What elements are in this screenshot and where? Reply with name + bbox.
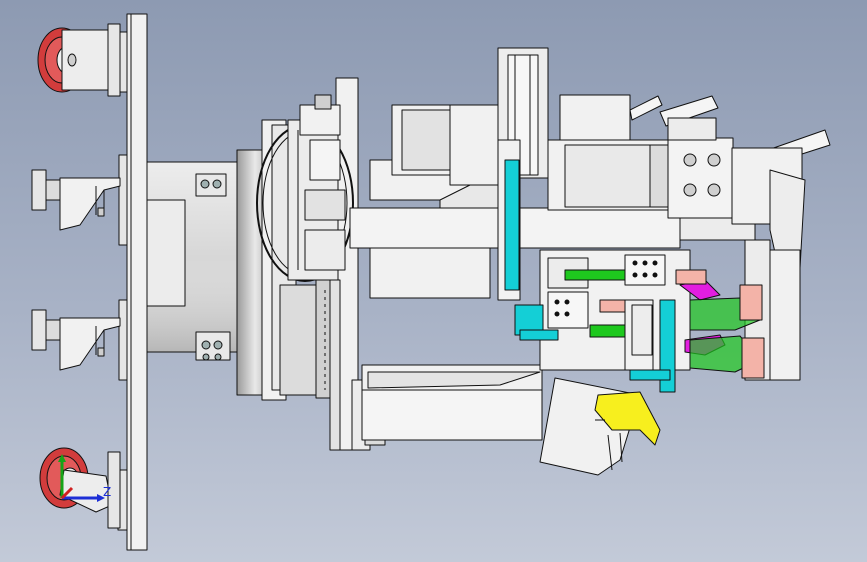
base-plate bbox=[117, 13, 148, 551]
gripper-bracket-upper bbox=[31, 169, 121, 231]
yellow-gripper-tool bbox=[539, 377, 661, 476]
lower-arm bbox=[361, 364, 543, 446]
assembly-drawing[interactable] bbox=[0, 0, 867, 562]
gripper-bracket-lower bbox=[31, 309, 121, 371]
servo-motor bbox=[547, 137, 734, 219]
caster-wheel-top bbox=[37, 23, 121, 97]
triad-z-label: Z bbox=[103, 485, 112, 499]
cad-viewport[interactable]: Z bbox=[0, 0, 867, 562]
rotary-drum bbox=[146, 161, 238, 361]
upper-motor bbox=[391, 47, 549, 186]
